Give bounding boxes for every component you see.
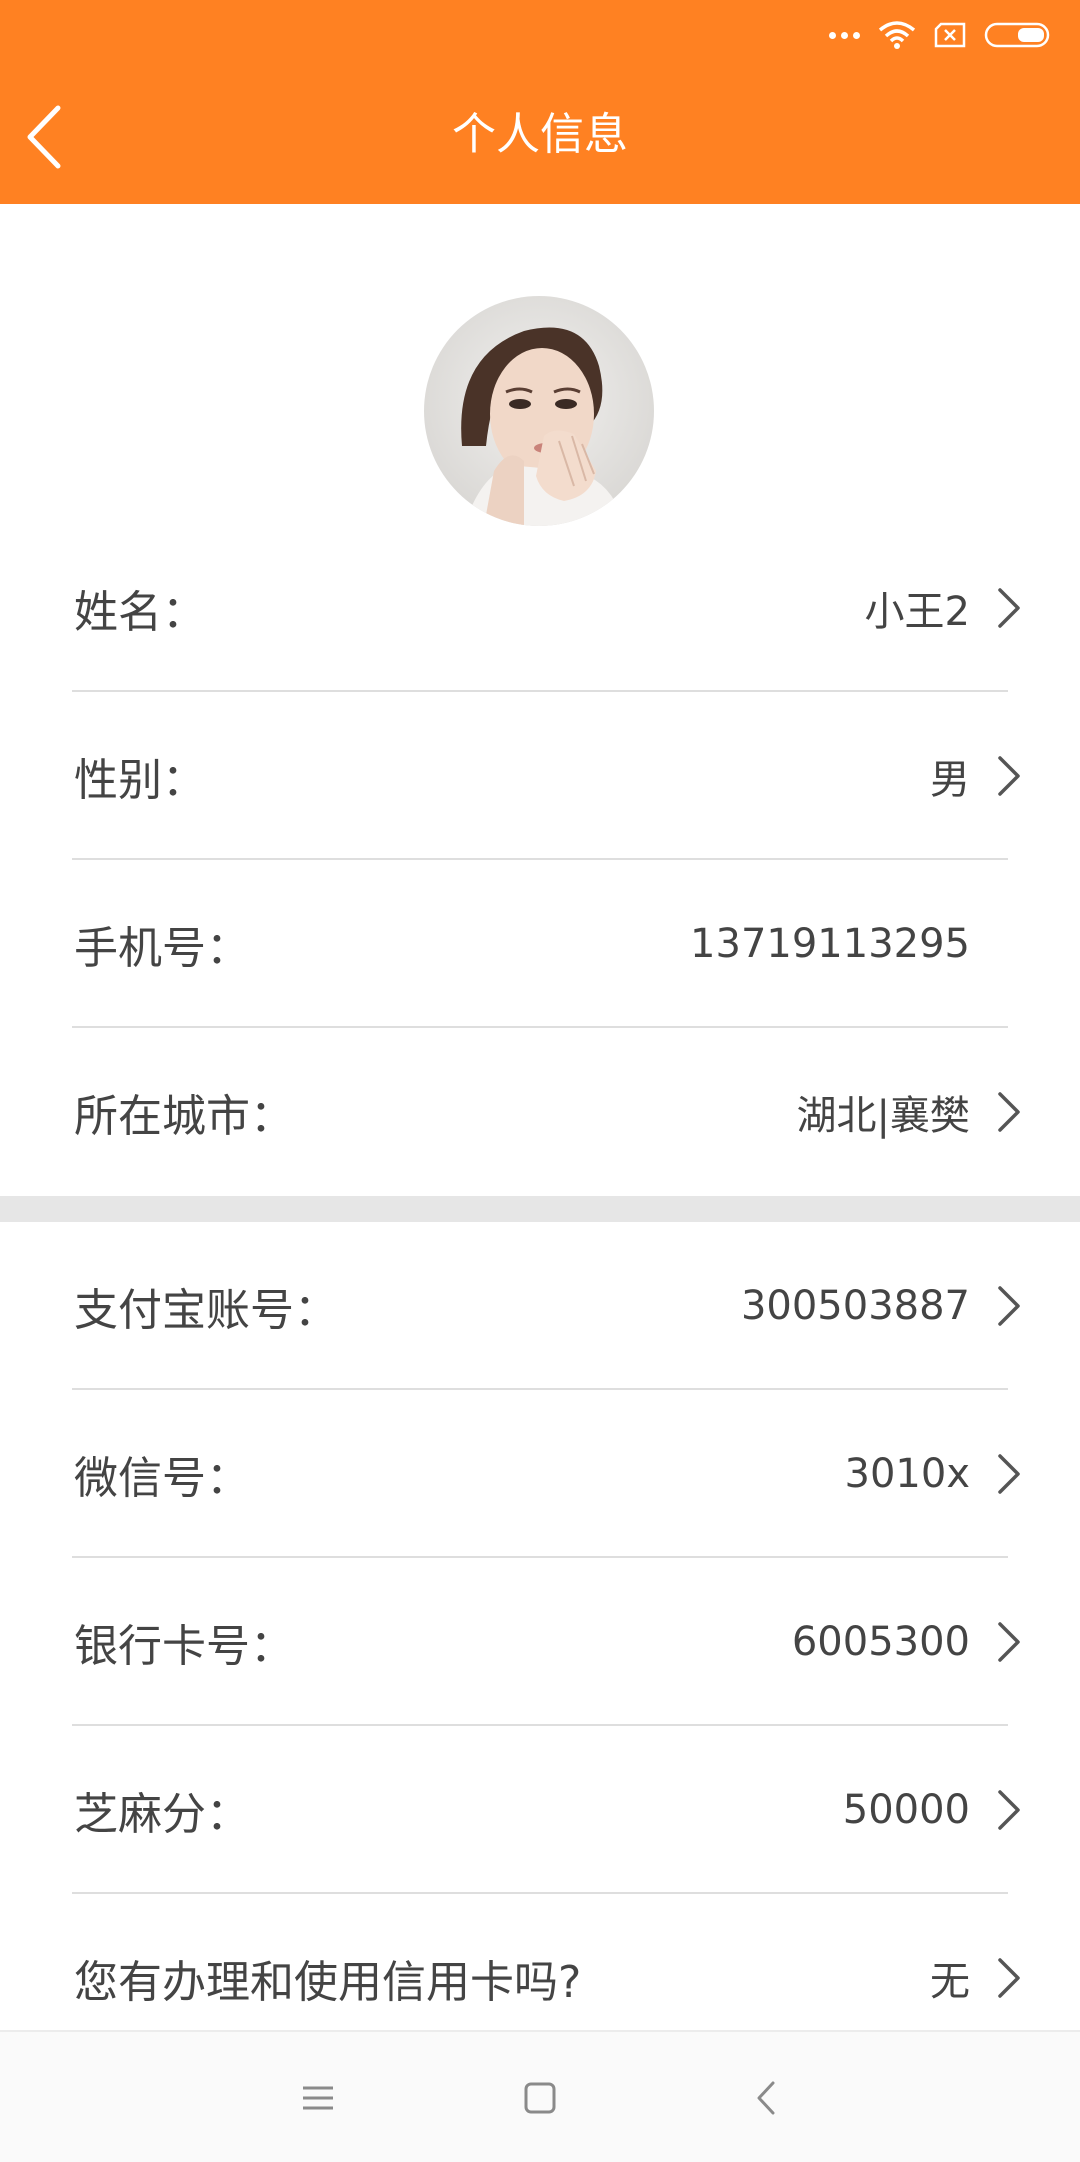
page-title: 个人信息 <box>452 109 628 160</box>
row-value: 男 <box>930 757 970 803</box>
list-item-gender[interactable]: 性别： 男 <box>72 692 1020 860</box>
chevron-right-icon <box>998 1454 1020 1494</box>
avatar[interactable] <box>424 296 654 526</box>
chevron-right-icon <box>998 588 1020 628</box>
list-item-name[interactable]: 姓名： 小王2 <box>72 524 1020 692</box>
chevron-right-icon <box>998 1286 1020 1326</box>
row-value: 6005300 <box>791 1619 970 1665</box>
list-item-bank-card[interactable]: 银行卡号： 6005300 <box>72 1558 1020 1726</box>
chevron-right-icon <box>998 756 1020 796</box>
menu-icon[interactable] <box>295 2075 341 2121</box>
more-dots-icon <box>829 31 860 39</box>
home-square-icon[interactable] <box>517 2075 563 2121</box>
row-value: 湖北|襄樊 <box>796 1093 970 1139</box>
row-label: 性别： <box>74 755 206 806</box>
row-value: 无 <box>930 1959 970 2005</box>
wifi-icon <box>878 21 916 49</box>
chevron-right-icon <box>998 1958 1020 1998</box>
row-label: 手机号： <box>74 923 250 974</box>
battery-icon <box>984 22 1050 48</box>
status-bar <box>829 18 1050 52</box>
sim-x-icon <box>934 22 966 48</box>
system-nav-bar <box>0 2030 1080 2162</box>
row-value: 50000 <box>842 1787 970 1833</box>
row-label: 微信号： <box>74 1453 250 1504</box>
row-value: 小王2 <box>864 589 970 635</box>
list-item-wechat[interactable]: 微信号： 3010x <box>72 1390 1020 1558</box>
row-label: 芝麻分： <box>74 1789 250 1840</box>
app-header: 个人信息 <box>0 0 1080 204</box>
list-item-city[interactable]: 所在城市： 湖北|襄樊 <box>72 1028 1020 1196</box>
list-item-phone: 手机号： 13719113295 <box>72 860 1008 1028</box>
back-triangle-icon[interactable] <box>745 2075 791 2121</box>
row-label: 银行卡号： <box>74 1621 294 1672</box>
row-label: 所在城市： <box>74 1091 294 1142</box>
chevron-right-icon <box>998 1622 1020 1662</box>
row-value: 300503887 <box>740 1283 970 1329</box>
chevron-right-icon <box>998 1790 1020 1830</box>
section-divider <box>0 1196 1080 1222</box>
row-label: 支付宝账号： <box>74 1285 338 1336</box>
list-item-alipay[interactable]: 支付宝账号： 300503887 <box>72 1222 1020 1390</box>
row-value: 13719113295 <box>690 921 970 967</box>
row-label: 姓名： <box>74 587 206 638</box>
list-item-sesame-score[interactable]: 芝麻分： 50000 <box>72 1726 1020 1894</box>
row-label: 您有办理和使用信用卡吗? <box>74 1957 582 2008</box>
row-value: 3010x <box>844 1451 970 1497</box>
chevron-right-icon <box>998 1092 1020 1132</box>
